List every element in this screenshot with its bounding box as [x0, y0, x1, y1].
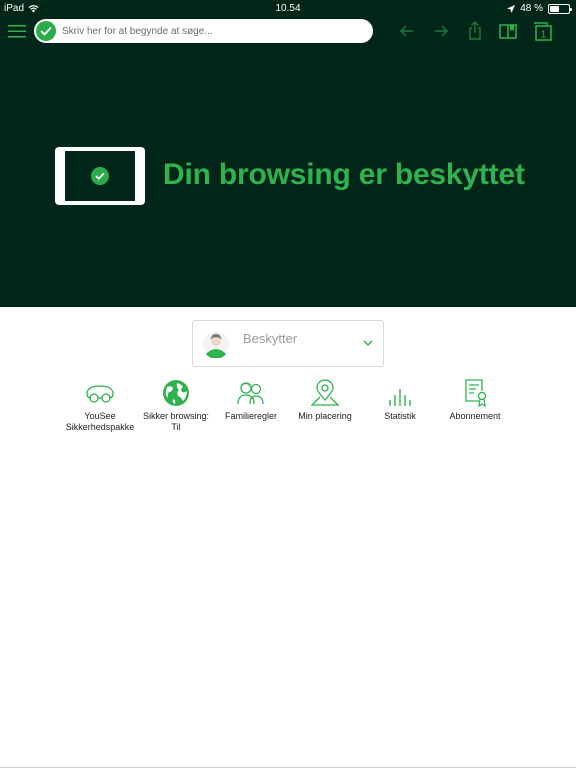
feature-subscription[interactable]: Abonnement	[430, 378, 520, 422]
bookmarks-icon[interactable]	[498, 21, 518, 41]
feature-label: YouSee Sikkerhedspakke	[65, 411, 135, 432]
protection-status-title: Din browsing er beskyttet	[163, 158, 525, 191]
battery-percent: 48 %	[520, 3, 543, 14]
protection-hero: Din browsing er beskyttet	[0, 140, 576, 220]
location-pin-icon	[310, 379, 340, 406]
profile-name: Beskytter	[243, 331, 298, 346]
forward-arrow-icon[interactable]	[431, 21, 451, 41]
battery-icon	[548, 3, 572, 14]
bar-chart-icon	[389, 389, 411, 406]
location-arrow-icon	[507, 4, 516, 13]
certificate-icon	[465, 379, 487, 408]
address-bar	[34, 19, 373, 43]
battery-level	[550, 5, 559, 12]
search-input[interactable]	[62, 25, 362, 37]
feature-menu: YouSee Sikkerhedspakke Sikker browsing: …	[0, 378, 576, 438]
car-wheel-icon	[86, 385, 114, 403]
user-avatar-icon	[203, 331, 229, 358]
feature-label: Sikker browsing: Til	[142, 411, 210, 432]
tabs-icon[interactable]: 1	[531, 20, 553, 42]
tabs-count: 1	[541, 30, 547, 41]
tablet-illustration	[55, 147, 145, 205]
browser-toolbar: 1	[0, 17, 576, 45]
status-time: 10.54	[275, 3, 301, 14]
profile-selector[interactable]: Beskytter	[192, 320, 384, 367]
feature-label: Familieregler	[224, 411, 277, 421]
globe-icon	[163, 380, 189, 406]
status-right: 48 %	[507, 3, 572, 14]
feature-label: Min placering	[298, 411, 352, 421]
tablet-screen	[65, 151, 135, 201]
check-icon	[91, 167, 109, 185]
feature-label: Statistik	[384, 411, 416, 421]
secure-check-icon	[36, 21, 56, 41]
chevron-down-icon	[363, 340, 373, 347]
hamburger-menu-icon[interactable]	[8, 23, 26, 39]
back-arrow-icon[interactable]	[397, 21, 417, 41]
status-bar: iPad 10.54 48 %	[0, 0, 576, 16]
family-icon	[237, 382, 264, 405]
feature-label: Abonnement	[449, 411, 501, 421]
share-icon[interactable]	[465, 21, 485, 41]
